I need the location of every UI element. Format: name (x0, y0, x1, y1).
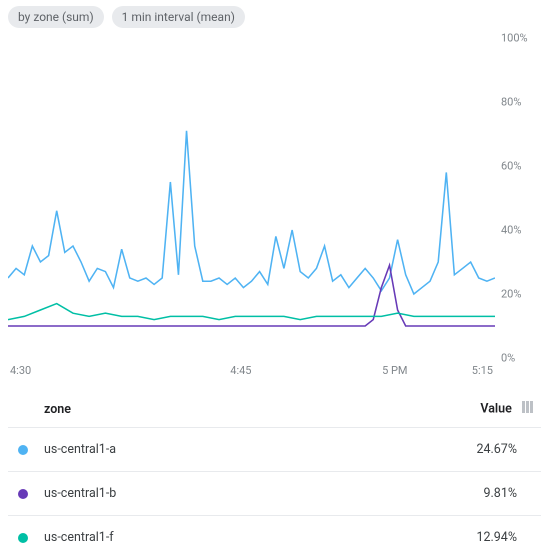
legend-header-zone[interactable]: zone (8, 391, 335, 428)
legend-header-row: zone Value (8, 391, 541, 428)
y-tick-label: 20% (501, 288, 521, 301)
chart: 0%20%40%60%80%100% (8, 38, 541, 358)
y-tick-label: 60% (501, 160, 521, 173)
filter-pills: by zone (sum) 1 min interval (mean) (8, 6, 541, 28)
series-color-dot (18, 489, 28, 499)
y-tick-label: 0% (501, 352, 515, 365)
legend-header-value[interactable]: Value (335, 391, 541, 428)
series-line-us-central1-a (8, 131, 495, 294)
series-color-dot (18, 533, 28, 543)
series-color-dot (18, 445, 28, 455)
legend-row-value: 24.67% (335, 428, 541, 472)
legend-row-name: us-central1-a (8, 428, 335, 472)
x-tick-label: 5 PM (318, 364, 472, 377)
x-tick-label: 4:45 (164, 364, 318, 377)
legend-row[interactable]: us-central1-b9.81% (8, 472, 541, 516)
pill-group-by[interactable]: by zone (sum) (8, 6, 104, 28)
chart-y-axis: 0%20%40%60%80%100% (495, 38, 541, 358)
chart-plot[interactable] (8, 38, 495, 358)
legend-row-value: 12.94% (335, 516, 541, 559)
legend-table: zone Value us-central1-a24.67%us-central… (8, 391, 541, 559)
x-tick-label: 5:15 (472, 364, 493, 377)
pill-interval[interactable]: 1 min interval (mean) (112, 6, 245, 28)
legend-row-name: us-central1-b (8, 472, 335, 516)
y-tick-label: 100% (501, 32, 528, 45)
chart-x-axis: 4:304:455 PM5:15 (8, 364, 495, 377)
columns-icon[interactable] (521, 401, 533, 417)
y-tick-label: 80% (501, 96, 521, 109)
legend-row[interactable]: us-central1-f12.94% (8, 516, 541, 559)
legend-row-name: us-central1-f (8, 516, 335, 559)
series-line-us-central1-f (8, 304, 495, 320)
legend-row-value: 9.81% (335, 472, 541, 516)
x-tick-label: 4:30 (10, 364, 164, 377)
legend-row[interactable]: us-central1-a24.67% (8, 428, 541, 472)
y-tick-label: 40% (501, 224, 521, 237)
